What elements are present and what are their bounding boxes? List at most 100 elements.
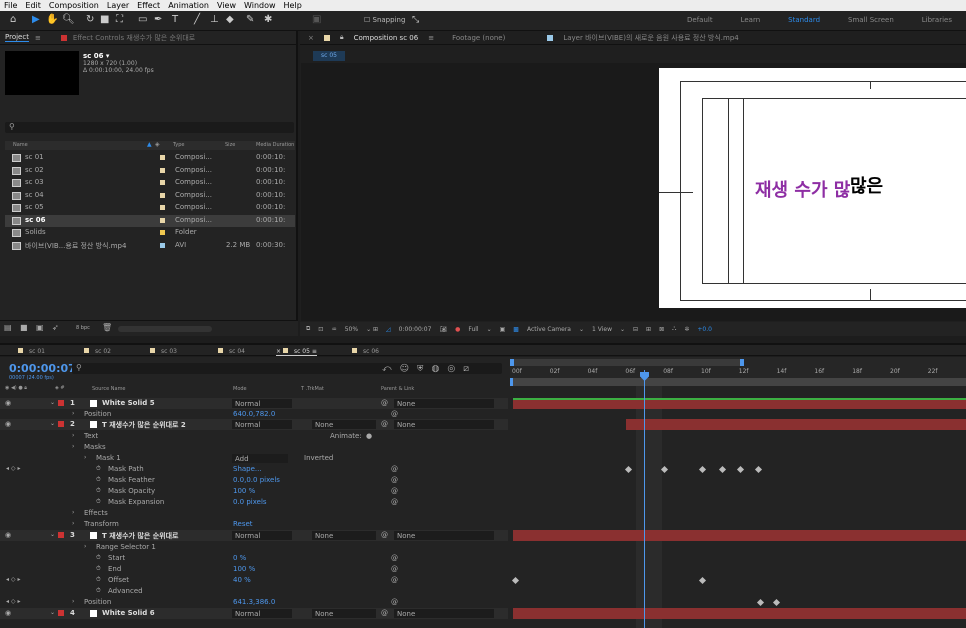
workspace-libraries[interactable]: Libraries: [908, 16, 966, 28]
menu-item-edit[interactable]: Edit: [25, 1, 41, 10]
property-row[interactable]: › Position 641.3,386.0 @ ◂ ◇ ▸: [0, 597, 508, 608]
eye-icon[interactable]: ◉: [5, 399, 11, 407]
property-row[interactable]: ⏱ Mask Expansion 0.0 pixels @: [0, 497, 508, 508]
tab-project[interactable]: Project: [5, 33, 29, 42]
mode-select[interactable]: Normal: [232, 609, 292, 618]
property-row[interactable]: › Mask 1 Add Inverted: [0, 453, 508, 464]
workspace-small-screen[interactable]: Small Screen: [834, 16, 908, 28]
timeline-tab-sc03[interactable]: sc 03: [150, 348, 177, 355]
brush-tool-icon[interactable]: ╱: [194, 14, 200, 26]
bit-depth[interactable]: 8 bpc: [76, 325, 90, 331]
property-value[interactable]: 0 %: [233, 554, 246, 562]
chevron-down-icon[interactable]: ⌄: [50, 531, 55, 538]
stopwatch-icon[interactable]: ⏱: [96, 554, 101, 562]
work-area-end[interactable]: [740, 359, 744, 366]
menu-item-help[interactable]: Help: [284, 1, 302, 10]
time-navigator[interactable]: [510, 378, 966, 386]
home-icon[interactable]: ⌂: [10, 14, 16, 26]
zoom-select[interactable]: 50%: [345, 326, 358, 333]
work-area-start[interactable]: [510, 359, 514, 366]
comp-breadcrumb[interactable]: sc 05: [313, 51, 345, 61]
mode-select[interactable]: Normal: [232, 531, 292, 540]
type-tool-icon[interactable]: T: [172, 14, 178, 26]
show-channel-icon[interactable]: ●: [455, 326, 460, 333]
eye-icon[interactable]: ◉: [5, 531, 11, 539]
grid-icon[interactable]: ⊡: [318, 326, 323, 333]
project-item[interactable]: sc 02 Composi... 0:00:10:: [5, 165, 295, 177]
chevron-right-icon[interactable]: ›: [84, 543, 86, 550]
chevron-right-icon[interactable]: ›: [72, 598, 74, 605]
stopwatch-icon[interactable]: ⏱: [96, 476, 101, 484]
property-row[interactable]: ⏱ Mask Path Shape... @ ◂ ◇ ▸: [0, 464, 508, 475]
layer-row[interactable]: ◉ ⌄ 4 White Solid 6 Normal None @ None: [0, 608, 508, 619]
selection-tool-icon[interactable]: ▶: [32, 14, 40, 26]
stopwatch-icon[interactable]: ⏱: [96, 565, 101, 573]
chevron-down-icon[interactable]: ⌄: [620, 326, 625, 333]
label-column-icon[interactable]: ◈: [155, 141, 160, 148]
timeline-timecode[interactable]: 0:00:00:07: [9, 362, 76, 375]
label-swatch[interactable]: [160, 230, 165, 235]
property-row[interactable]: › Effects: [0, 508, 508, 519]
label-swatch[interactable]: [160, 155, 165, 160]
layer-row[interactable]: ◉ ⌄ 2 T 재생수가 많은 순위대로 2 Normal None @ None: [0, 419, 508, 430]
new-composition-icon[interactable]: ▣: [36, 323, 44, 332]
menu-item-view[interactable]: View: [217, 1, 236, 10]
layer-label-swatch[interactable]: [58, 610, 64, 616]
workspace-learn[interactable]: Learn: [727, 16, 775, 28]
nav-start-handle[interactable]: [510, 378, 513, 386]
mask-mode-select[interactable]: Add: [232, 454, 288, 463]
layer-row[interactable]: ◉ ⌄ 1 White Solid 5 Normal @ None: [0, 398, 508, 409]
hamburger-icon[interactable]: ≡: [312, 348, 317, 355]
stopwatch-icon[interactable]: ⏱: [96, 576, 101, 584]
stopwatch-icon[interactable]: ⏱: [96, 465, 101, 473]
eye-icon[interactable]: ◉: [5, 609, 11, 617]
view-layout-select[interactable]: 1 View: [592, 326, 612, 333]
pickwhip-icon[interactable]: @: [391, 410, 398, 418]
property-value[interactable]: Animate:: [330, 432, 362, 440]
hamburger-icon[interactable]: ≡: [428, 34, 434, 42]
keyframe-nav-icon[interactable]: ◂ ◇ ▸: [6, 598, 20, 605]
eye-icon[interactable]: ◉: [5, 420, 11, 428]
pickwhip-icon[interactable]: @: [381, 531, 388, 539]
label-swatch[interactable]: [160, 217, 165, 223]
project-item[interactable]: Solids Folder: [5, 227, 295, 239]
pickwhip-icon[interactable]: @: [391, 576, 398, 584]
draft-3d-icon[interactable]: ⤺: [382, 364, 400, 374]
hamburger-icon[interactable]: ≡: [35, 34, 41, 42]
chevron-down-icon[interactable]: ⌄: [50, 609, 55, 616]
timeline-icon[interactable]: ⊠: [659, 326, 664, 333]
pickwhip-icon[interactable]: @: [391, 554, 398, 562]
property-value[interactable]: 100 %: [233, 487, 255, 495]
animate-icon[interactable]: ●: [366, 432, 372, 440]
layer-name[interactable]: T 재생수가 많은 순위대로 2: [102, 420, 186, 430]
clone-stamp-icon[interactable]: ⊥: [210, 14, 219, 26]
current-time-indicator[interactable]: [644, 370, 645, 628]
layer-label-swatch[interactable]: [58, 400, 64, 406]
timeline-tab-sc02[interactable]: sc 02: [84, 348, 111, 355]
col-parent[interactable]: Parent & Link: [381, 386, 414, 392]
exposure-value[interactable]: +0.0: [697, 326, 712, 333]
keyframe-nav-icon[interactable]: ◂ ◇ ▸: [6, 465, 20, 472]
property-row[interactable]: › Transform Reset: [0, 519, 508, 530]
layer-name[interactable]: T 재생수가 많은 순위대로: [102, 531, 179, 541]
menu-item-effect[interactable]: Effect: [137, 1, 160, 10]
stopwatch-icon[interactable]: ⏱: [96, 498, 101, 506]
workspace-standard[interactable]: Standard: [774, 16, 834, 28]
label-swatch[interactable]: [160, 205, 165, 210]
render-queue-icon[interactable]: ➶: [52, 323, 59, 332]
camera-tool-icon[interactable]: ■: [100, 14, 109, 26]
layer-duration-bar[interactable]: [513, 530, 966, 541]
toggle-pixel-aspect-icon[interactable]: ⊟: [633, 326, 638, 333]
property-row[interactable]: › Range Selector 1: [0, 542, 508, 553]
tab-effect-controls[interactable]: Effect Controls 재생수가 많은 순위대로: [73, 33, 195, 43]
layer-label-swatch[interactable]: [58, 532, 64, 538]
mode-select[interactable]: Normal: [232, 399, 292, 408]
layer-name[interactable]: White Solid 5: [102, 399, 155, 407]
col-source-name[interactable]: Source Name: [92, 386, 126, 392]
timeline-tab-sc01[interactable]: sc 01: [18, 348, 45, 355]
always-preview-icon[interactable]: ⧉: [306, 325, 310, 333]
col-trkmat[interactable]: T .TrkMat: [301, 386, 324, 392]
comp-flowchart-icon[interactable]: ⧄: [463, 364, 477, 374]
workspace-default[interactable]: Default: [673, 16, 727, 28]
property-value[interactable]: 640.0,782.0: [233, 410, 275, 418]
